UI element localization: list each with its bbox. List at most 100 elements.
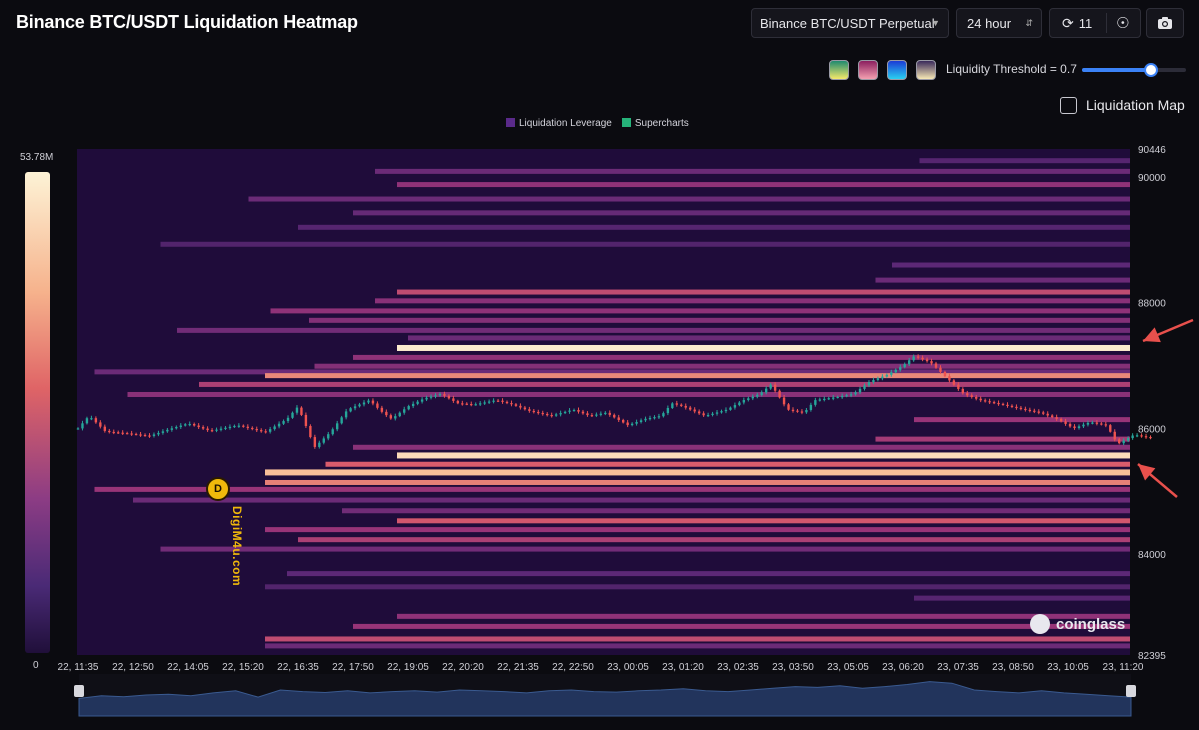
liquidation-band[interactable] — [265, 527, 1130, 533]
candlestick — [385, 411, 388, 416]
candlestick — [505, 401, 509, 404]
candlestick — [318, 442, 321, 447]
candlestick — [1019, 407, 1023, 410]
x-tick-label: 23, 03:50 — [772, 662, 814, 673]
candlestick — [519, 405, 522, 408]
liquidation-band[interactable] — [270, 308, 1131, 314]
candlestick — [1126, 438, 1130, 441]
candlestick — [304, 414, 308, 427]
x-tick-label: 23, 06:20 — [882, 662, 924, 673]
candlestick — [179, 425, 182, 427]
x-tick-label: 23, 07:35 — [937, 662, 979, 673]
candlestick — [367, 400, 370, 403]
candlestick — [228, 426, 232, 429]
liquidation-band[interactable] — [397, 344, 1130, 351]
liquidation-band[interactable] — [287, 571, 1130, 577]
liquidation-band[interactable] — [265, 469, 1130, 476]
liquidation-band[interactable] — [397, 289, 1130, 295]
liquidation-band[interactable] — [265, 479, 1130, 485]
x-tick-label: 22, 22:50 — [552, 662, 594, 673]
liquidation-heatmap-chart[interactable]: 90446 90000 88000 86000 84000 82395 22, 11:35 2… — [0, 0, 1199, 730]
candlestick — [112, 431, 115, 434]
x-tick-label: 22, 20:20 — [442, 662, 484, 673]
liquidation-band[interactable] — [160, 241, 1131, 247]
liquidation-band[interactable] — [875, 277, 1131, 283]
liquidation-band[interactable] — [265, 643, 1130, 649]
candlestick — [206, 428, 209, 431]
candlestick — [541, 412, 544, 415]
liquidation-band[interactable] — [177, 327, 1130, 333]
candlestick — [76, 428, 80, 430]
liquidation-band[interactable] — [914, 595, 1130, 601]
candlestick — [1109, 425, 1112, 432]
candlestick — [617, 417, 620, 420]
candlestick — [282, 421, 285, 424]
candlestick — [496, 400, 500, 402]
candlestick — [715, 412, 719, 414]
candlestick — [1140, 435, 1143, 437]
liquidation-band[interactable] — [875, 436, 1131, 442]
candlestick — [1024, 408, 1027, 411]
liquidation-band[interactable] — [919, 158, 1131, 164]
candlestick — [376, 403, 379, 408]
liquidation-band[interactable] — [309, 317, 1130, 323]
liquidation-band[interactable] — [160, 546, 1131, 552]
liquidation-band[interactable] — [397, 452, 1130, 459]
liquidation-band[interactable] — [914, 417, 1130, 423]
liquidation-band[interactable] — [353, 354, 1130, 360]
candlestick — [157, 432, 160, 435]
candlestick — [720, 411, 723, 413]
liquidation-band[interactable] — [94, 486, 1131, 492]
liquidation-band[interactable] — [298, 537, 1130, 543]
liquidation-band[interactable] — [342, 508, 1130, 514]
liquidation-band[interactable] — [133, 497, 1130, 503]
candlestick — [671, 403, 674, 409]
y-tick-label: 86000 — [1138, 424, 1166, 435]
liquidation-band[interactable] — [265, 636, 1130, 642]
candlestick — [666, 408, 670, 414]
liquidation-band[interactable] — [248, 196, 1131, 202]
liquidation-band[interactable] — [397, 182, 1130, 188]
liquidation-band[interactable] — [298, 224, 1130, 230]
liquidation-band[interactable] — [325, 461, 1131, 467]
candlestick — [966, 393, 969, 396]
liquidation-band[interactable] — [265, 373, 1130, 379]
candlestick — [1149, 437, 1152, 439]
candlestick — [447, 395, 451, 399]
candlestick — [210, 430, 214, 432]
liquidation-band[interactable] — [375, 168, 1130, 174]
candlestick — [684, 405, 687, 408]
candlestick — [890, 372, 893, 375]
candlestick — [827, 398, 830, 400]
liquidation-band[interactable] — [265, 584, 1130, 590]
candlestick — [885, 374, 889, 377]
liquidation-band[interactable] — [199, 381, 1130, 387]
liquidation-band[interactable] — [892, 262, 1130, 268]
liquidation-band[interactable] — [314, 363, 1131, 369]
candlestick — [1033, 410, 1036, 412]
candlestick — [858, 388, 862, 393]
candlestick — [125, 433, 129, 435]
liquidation-band[interactable] — [353, 444, 1130, 450]
navigator-handle[interactable] — [1126, 685, 1136, 697]
candlestick — [470, 403, 473, 406]
liquidation-band[interactable] — [375, 298, 1130, 304]
candlestick — [452, 398, 455, 401]
liquidation-band[interactable] — [127, 391, 1131, 397]
liquidation-band[interactable] — [397, 518, 1130, 524]
candlestick — [528, 409, 531, 411]
liquidation-band[interactable] — [397, 613, 1130, 619]
navigator-handle[interactable] — [74, 685, 84, 697]
candlestick — [260, 430, 263, 432]
candlestick — [353, 406, 357, 409]
x-tick-label: 23, 00:05 — [607, 662, 649, 673]
candlestick — [161, 431, 165, 433]
candlestick — [800, 411, 804, 413]
candlestick — [461, 403, 464, 405]
liquidation-band[interactable] — [353, 210, 1130, 216]
candlestick — [845, 395, 848, 397]
candlestick — [854, 392, 857, 395]
candlestick — [407, 406, 410, 410]
liquidation-band[interactable] — [408, 335, 1130, 341]
liquidation-band[interactable] — [353, 623, 1130, 629]
